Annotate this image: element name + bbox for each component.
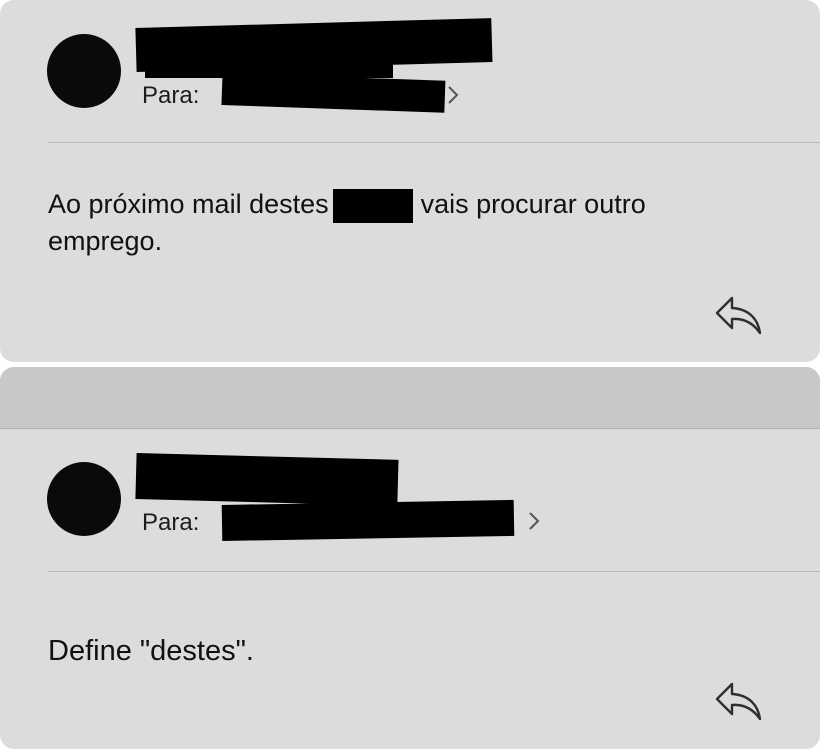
chevron-right-icon[interactable] (446, 84, 460, 106)
email-message-2: Para: Define "destes". (0, 367, 820, 749)
sender-avatar[interactable] (47, 34, 121, 108)
header-divider (48, 571, 820, 572)
reply-icon[interactable] (714, 294, 764, 338)
recipient-label: Para: (142, 509, 200, 536)
email-message-1: Para: Ao próximo mail destes vais procura… (0, 0, 820, 362)
header-divider (48, 142, 820, 143)
message-body-part-1: Ao próximo mail destes (48, 189, 329, 219)
redacted-sender-name (135, 453, 399, 506)
message-body: Define "destes". (48, 635, 254, 667)
redacted-word (332, 189, 413, 223)
chevron-right-icon[interactable] (527, 510, 541, 532)
message-body-part-2: vais procurar outro (420, 189, 646, 219)
sender-avatar[interactable] (47, 462, 121, 536)
redacted-recipient (221, 73, 446, 113)
message-body-line-2: emprego. (48, 226, 163, 256)
reply-icon[interactable] (714, 680, 764, 724)
recipient-label: Para: (142, 82, 200, 109)
message-separator-bar (0, 367, 820, 429)
message-body: Ao próximo mail destes vais procurar outr… (48, 186, 788, 259)
redacted-recipient (221, 499, 515, 541)
